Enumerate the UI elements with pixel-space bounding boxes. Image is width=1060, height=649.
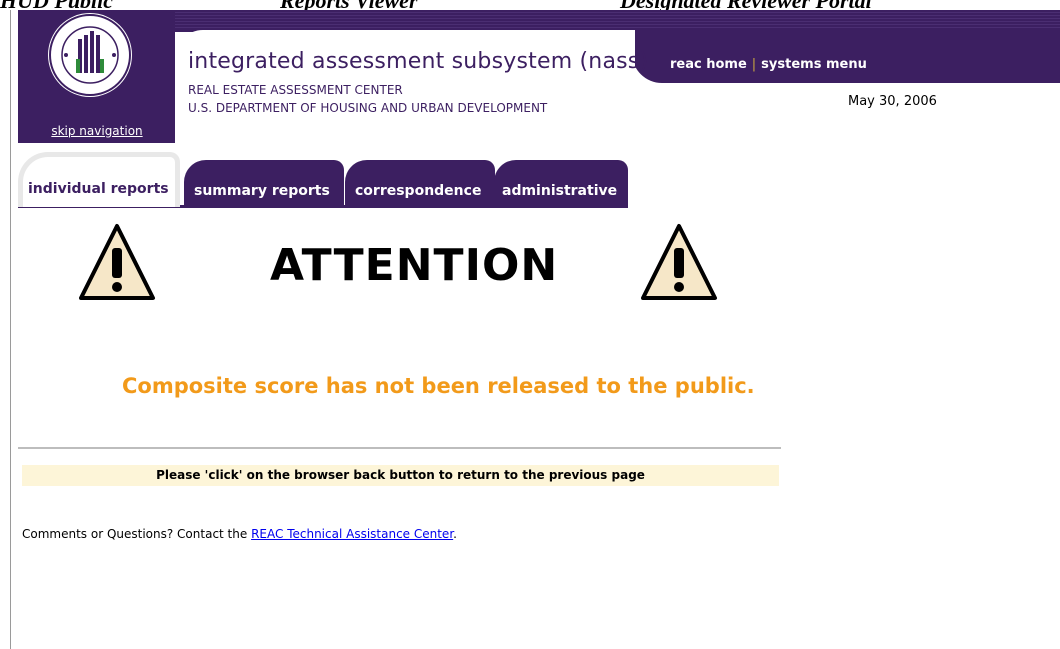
header-stripes — [175, 12, 1060, 30]
release-status-message: Composite score has not been released to… — [122, 374, 755, 398]
app-title: integrated assessment subsystem (nass) — [188, 49, 649, 74]
tac-link[interactable]: REAC Technical Assistance Center — [251, 527, 453, 541]
contact-suffix: . — [453, 527, 457, 541]
top-links: reac home | systems menu — [670, 57, 867, 72]
contact-prefix: Comments or Questions? Contact the — [22, 527, 252, 541]
tab-correspondence[interactable]: correspondence — [345, 160, 495, 207]
contact-line: Comments or Questions? Contact the REAC … — [22, 527, 457, 541]
warning-triangle-icon — [641, 224, 717, 300]
warning-triangle-icon — [79, 224, 155, 300]
reac-home-link[interactable]: reac home — [670, 57, 747, 72]
tab-label: individual reports — [28, 181, 169, 197]
divider — [18, 447, 781, 449]
attention-heading: ATTENTION — [270, 240, 559, 291]
back-instruction: Please 'click' on the browser back butto… — [22, 465, 779, 486]
tab-summary-reports[interactable]: summary reports — [184, 160, 344, 207]
skip-navigation-link[interactable]: skip navigation — [42, 124, 152, 138]
tab-administrative[interactable]: administrative — [494, 160, 628, 207]
current-date: May 30, 2006 — [848, 94, 937, 109]
tab-label: summary reports — [194, 183, 330, 199]
department-name: U.S. DEPARTMENT OF HOUSING AND URBAN DEV… — [188, 101, 548, 115]
tab-label: correspondence — [355, 183, 482, 199]
link-separator: | — [751, 57, 757, 72]
systems-menu-link[interactable]: systems menu — [761, 57, 867, 72]
org-name: REAL ESTATE ASSESSMENT CENTER — [188, 83, 403, 97]
tab-label: administrative — [502, 183, 618, 199]
tab-individual-reports[interactable]: individual reports — [18, 152, 180, 207]
hud-seal-icon — [48, 13, 132, 97]
logo-box: skip navigation — [18, 10, 175, 143]
left-border — [10, 10, 11, 649]
